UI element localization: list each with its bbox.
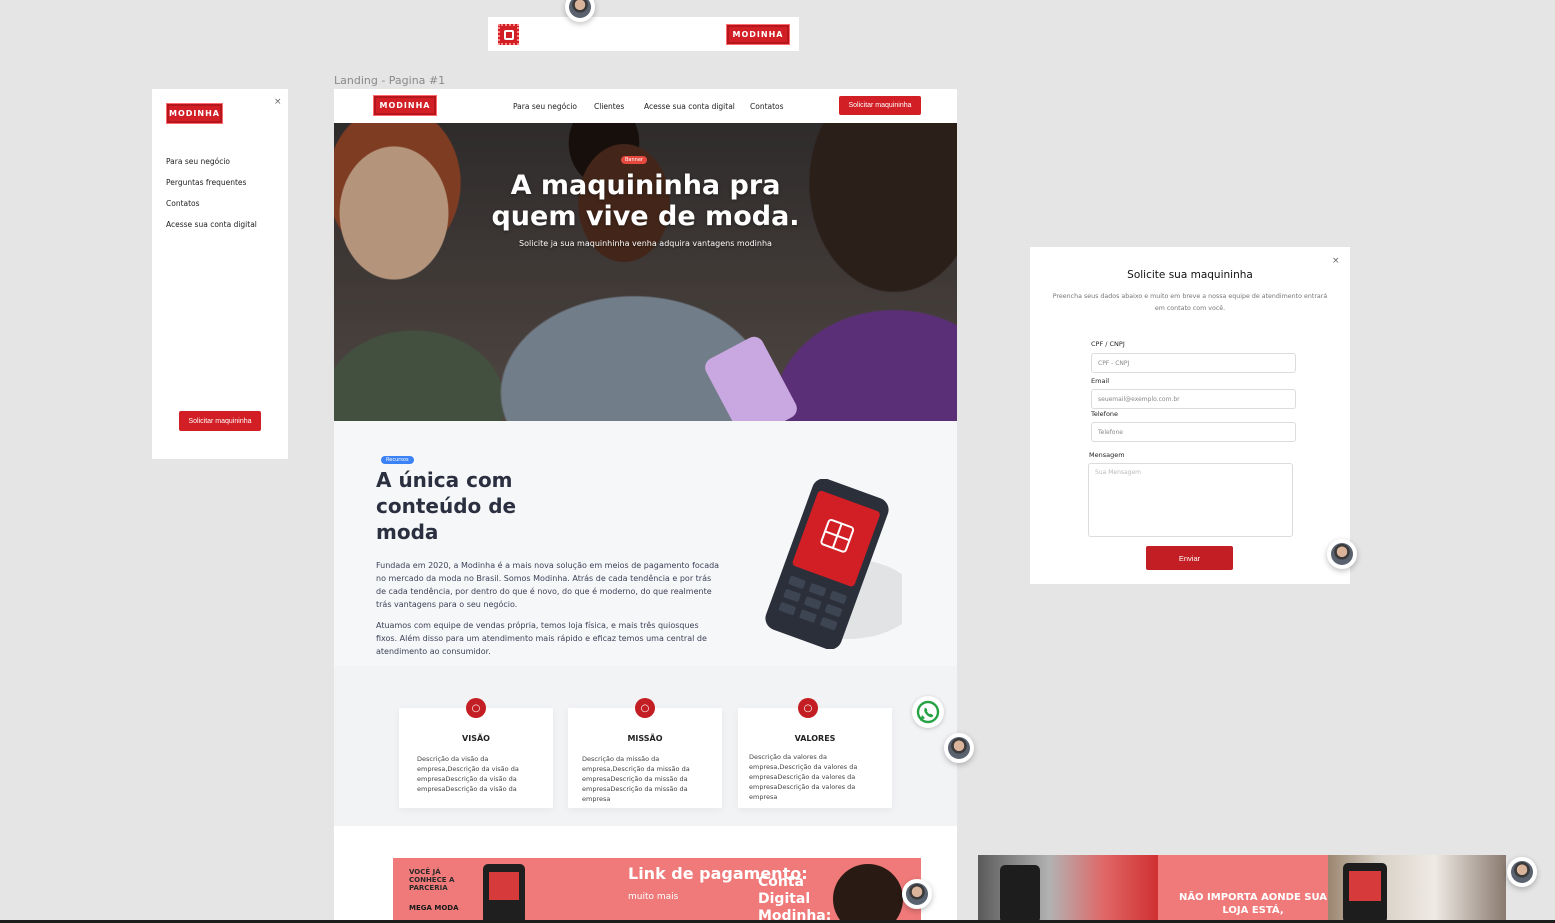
feature-title: A única com conteúdo de moda xyxy=(376,468,517,544)
brand-logo[interactable]: MODINHA xyxy=(166,103,223,124)
card-missao: ○ MISSÃO Descrição da missão da empresa,… xyxy=(568,698,722,808)
brand-logo-text: MODINHA xyxy=(732,30,784,39)
banner-pos-image xyxy=(1343,863,1387,923)
pos-terminal-image xyxy=(765,479,902,649)
lightbulb-icon: ○ xyxy=(466,698,486,718)
user-avatar[interactable] xyxy=(1507,857,1537,887)
promo-banner[interactable]: VOCÊ JÁ CONHECE A PARCERIA MEGA MODA Lin… xyxy=(393,858,921,923)
mobile-menu: MODINHA × Para seu negócio Perguntas fre… xyxy=(152,89,288,459)
card-valores: ○ VALORES Descrição da valores da empres… xyxy=(738,698,892,808)
card-text: Descrição da missão da empresa,Descrição… xyxy=(582,755,690,803)
card-title: VALORES xyxy=(794,734,836,743)
message-label: Mensagem xyxy=(1089,451,1125,459)
hero-badge: Banner xyxy=(621,156,647,164)
feature-paragraph-2: Atuamos com equipe de vendas própria, te… xyxy=(376,621,707,656)
landing-page: MODINHA Para seu negócio Clientes Acesse… xyxy=(334,89,957,923)
nav-link-contatos[interactable]: Contatos xyxy=(750,102,784,111)
brand-logo: MODINHA xyxy=(726,24,790,45)
hero-title-line2: quem vive de moda. xyxy=(491,201,800,232)
values-section: ○ VISÃO Descrição da visão da empresa,De… xyxy=(334,666,957,826)
avatar-face-icon xyxy=(906,883,928,905)
lightbulb-icon: ○ xyxy=(635,698,655,718)
card-title: VISÃO xyxy=(462,734,490,743)
avatar-face-icon xyxy=(1511,861,1533,883)
card-text: Descrição da valores da empresa,Descriçã… xyxy=(749,753,858,801)
cpf-field[interactable]: CPF - CNPJ xyxy=(1091,353,1296,373)
request-form-modal: × Solicite sua maquininha Preencha seus … xyxy=(1030,247,1350,584)
brand-logo-text: MODINHA xyxy=(379,101,431,110)
avatar-face-icon xyxy=(1331,543,1353,565)
menu-item-contatos[interactable]: Contatos xyxy=(166,199,200,208)
hero-banner: Banner A maquininha pra quem vive de moda… xyxy=(334,123,957,421)
promo-partner: MEGA MODA xyxy=(409,904,459,912)
logo-square-icon xyxy=(498,24,519,45)
hero-title: A maquininha pra quem vive de moda. xyxy=(334,170,957,232)
promo-person-image xyxy=(833,864,903,923)
nav-link-conta-digital[interactable]: Acesse sua conta digital xyxy=(644,102,735,111)
banner-pos-image xyxy=(1000,865,1040,923)
promo-middle-sub: muito mais xyxy=(628,892,679,902)
form-title: Solicite sua maquininha xyxy=(1127,269,1253,281)
whatsapp-glyph-icon xyxy=(916,700,940,724)
phone-field[interactable]: Telefone xyxy=(1091,422,1296,442)
cpf-label: CPF / CNPJ xyxy=(1091,340,1125,348)
card-title: MISSÃO xyxy=(627,734,663,743)
feature-section: Recursos A única com conteúdo de moda Fu… xyxy=(334,421,957,666)
section-tag: Recursos xyxy=(381,456,414,464)
lightbulb-icon: ○ xyxy=(798,698,818,718)
promo-left-text: VOCÊ JÁ CONHECE A PARCERIA xyxy=(409,868,455,892)
promo-pos-image xyxy=(483,864,525,923)
form-intro: Preencha seus dados abaixo e muito em br… xyxy=(1052,293,1328,312)
top-nav: MODINHA Para seu negócio Clientes Acesse… xyxy=(334,89,957,123)
avatar-face-icon xyxy=(569,0,591,18)
email-field[interactable]: seuemail@exemplo.com.br xyxy=(1091,389,1296,409)
bottom-promo-banner[interactable]: NÃO IMPORTA AONDE SUA LOJA ESTÁ, xyxy=(978,855,1506,923)
email-label: Email xyxy=(1091,377,1110,385)
banner-text: NÃO IMPORTA AONDE SUA LOJA ESTÁ, xyxy=(1178,892,1328,916)
menu-item-conta-digital[interactable]: Acesse sua conta digital xyxy=(166,220,257,229)
menu-item-para-seu-negocio[interactable]: Para seu negócio xyxy=(166,157,230,166)
user-avatar[interactable] xyxy=(902,879,932,909)
phone-label: Telefone xyxy=(1091,410,1119,418)
user-avatar[interactable] xyxy=(944,733,974,763)
top-banner-frame: MODINHA xyxy=(488,17,799,51)
message-field[interactable]: Sua Mensagem xyxy=(1088,463,1293,537)
hero-subtitle: Solicite ja sua maquinhinha venha adquir… xyxy=(519,239,772,248)
nav-request-terminal-button[interactable]: Solicitar maquininha xyxy=(839,96,921,115)
feature-paragraph-1: Fundada em 2020, a Modinha é a mais nova… xyxy=(376,561,720,609)
card-text: Descrição da visão da empresa,Descrição … xyxy=(417,755,519,793)
whatsapp-icon[interactable] xyxy=(912,696,944,728)
nav-link-clientes[interactable]: Clientes xyxy=(594,102,624,111)
card-visao: ○ VISÃO Descrição da visão da empresa,De… xyxy=(399,698,553,808)
avatar-face-icon xyxy=(948,737,970,759)
brand-logo-text: MODINHA xyxy=(169,109,220,118)
submit-button[interactable]: Enviar xyxy=(1146,546,1233,570)
promo-right-title: Conta Digital Modinha: xyxy=(758,874,832,923)
request-terminal-button[interactable]: Solicitar maquininha xyxy=(179,411,261,431)
brand-logo[interactable]: MODINHA xyxy=(373,95,437,116)
hero-photo-overlay xyxy=(334,123,957,421)
user-avatar[interactable] xyxy=(1327,539,1357,569)
menu-item-perguntas-frequentes[interactable]: Perguntas frequentes xyxy=(166,178,246,187)
close-icon[interactable]: × xyxy=(1332,256,1340,266)
close-icon[interactable]: × xyxy=(274,97,282,107)
nav-link-para-seu-negocio[interactable]: Para seu negócio xyxy=(513,102,577,111)
hero-title-line1: A maquininha pra xyxy=(510,170,781,201)
frame-label: Landing - Pagina #1 xyxy=(334,74,446,87)
